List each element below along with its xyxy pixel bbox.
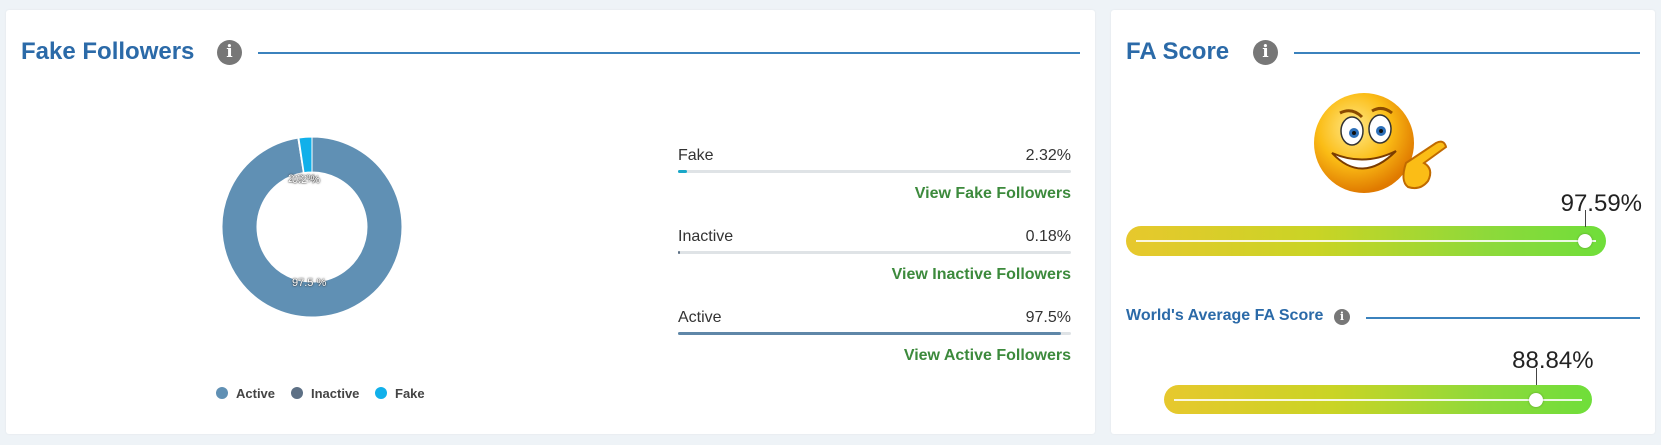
gauge-track-line: [1174, 398, 1582, 401]
gauge-track-line: [1136, 240, 1596, 242]
legend-item-active[interactable]: Active: [216, 386, 275, 401]
fake-followers-title: Fake Followers: [21, 38, 195, 65]
stat-progress-fill: [678, 332, 1062, 335]
title-divider: [1294, 52, 1640, 54]
fa-score-title: FA Score: [1126, 38, 1230, 65]
legend-dot-active: [216, 387, 228, 399]
gauge-knob: [1529, 392, 1544, 407]
stat-progress-track: [678, 251, 1071, 254]
legend-item-inactive[interactable]: Inactive: [291, 386, 359, 401]
stat-value: 0.18%: [1025, 228, 1071, 245]
legend-dot-fake: [375, 387, 387, 399]
donut-label-active: 97.5 %: [292, 277, 327, 289]
followers-donut-chart: [222, 137, 402, 317]
stat-inactive: Inactive 0.18% View Inactive Followers: [678, 228, 1071, 298]
world-average-gauge: [1164, 385, 1592, 414]
stat-progress-fill: [678, 251, 680, 254]
fa-score-gauge: [1126, 226, 1606, 256]
info-icon[interactable]: i: [1334, 309, 1350, 325]
stat-value: 97.5%: [1025, 309, 1071, 326]
gauge-knob: [1577, 234, 1592, 248]
stat-value: 2.32%: [1025, 147, 1071, 164]
stat-progress-track: [678, 332, 1071, 335]
view-active-followers-link[interactable]: View Active Followers: [904, 347, 1071, 365]
view-fake-followers-link[interactable]: View Fake Followers: [915, 185, 1071, 203]
world-average-divider: [1366, 317, 1640, 319]
fake-followers-card: Fake Followers i 2.3 % 0.2 % 97.5 % Acti…: [6, 10, 1095, 434]
stat-active: Active 97.5% View Active Followers: [678, 309, 1071, 379]
stat-label: Inactive: [678, 228, 734, 245]
fake-followers-header: Fake Followers i: [21, 36, 1080, 70]
world-average-title: World's Average FA Score: [1126, 307, 1324, 324]
stat-label: Active: [678, 309, 722, 326]
world-average-value: 88.84%: [1512, 347, 1594, 374]
info-icon[interactable]: i: [217, 40, 242, 65]
stat-fake: Fake 2.32% View Fake Followers: [678, 147, 1071, 217]
legend-item-fake[interactable]: Fake: [375, 386, 425, 401]
title-divider: [258, 52, 1080, 54]
view-inactive-followers-link[interactable]: View Inactive Followers: [892, 266, 1071, 284]
fa-score-card: FA Score i 97.59% World's Average FA Sco…: [1111, 10, 1655, 434]
stat-progress-track: [678, 170, 1071, 173]
info-icon[interactable]: i: [1253, 40, 1278, 65]
legend-dot-inactive: [291, 387, 303, 399]
smiley-thumbs-up-emoji: [1314, 93, 1448, 193]
stat-progress-fill: [678, 170, 688, 173]
donut-label-inactive: 0.2 %: [292, 174, 321, 186]
stat-label: Fake: [678, 147, 714, 164]
fa-score-value: 97.59%: [1560, 190, 1643, 217]
fa-score-header: FA Score i: [1126, 36, 1640, 70]
